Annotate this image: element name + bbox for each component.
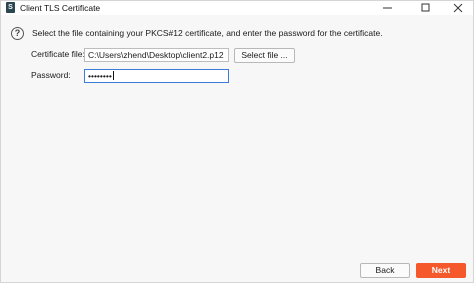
app-logo-icon: S bbox=[6, 2, 15, 13]
back-button[interactable]: Back bbox=[360, 263, 410, 278]
close-button[interactable] bbox=[441, 1, 474, 15]
minimize-icon bbox=[383, 7, 392, 9]
select-file-button[interactable]: Select file ... bbox=[234, 48, 295, 63]
password-label: Password: bbox=[31, 70, 71, 80]
password-field[interactable]: •••••••• bbox=[84, 69, 229, 83]
certificate-file-field[interactable]: C:\Users\zhend\Desktop\client2.p12 bbox=[84, 48, 229, 62]
minimize-button[interactable] bbox=[371, 1, 405, 15]
certificate-file-label: Certificate file: bbox=[31, 49, 85, 59]
maximize-icon bbox=[421, 3, 430, 12]
text-caret bbox=[112, 71, 114, 80]
maximize-button[interactable] bbox=[409, 1, 443, 15]
next-button[interactable]: Next bbox=[416, 263, 466, 278]
client-tls-certificate-dialog: S Client TLS Certificate ? Select the fi… bbox=[0, 0, 474, 283]
help-icon[interactable]: ? bbox=[11, 27, 24, 40]
close-icon bbox=[453, 3, 463, 13]
password-value: •••••••• bbox=[88, 71, 112, 81]
instructions-text: Select the file containing your PKCS#12 … bbox=[32, 28, 383, 38]
certificate-file-value: C:\Users\zhend\Desktop\client2.p12 bbox=[88, 50, 224, 60]
window-title: Client TLS Certificate bbox=[20, 3, 101, 13]
title-bar: S Client TLS Certificate bbox=[1, 1, 473, 15]
